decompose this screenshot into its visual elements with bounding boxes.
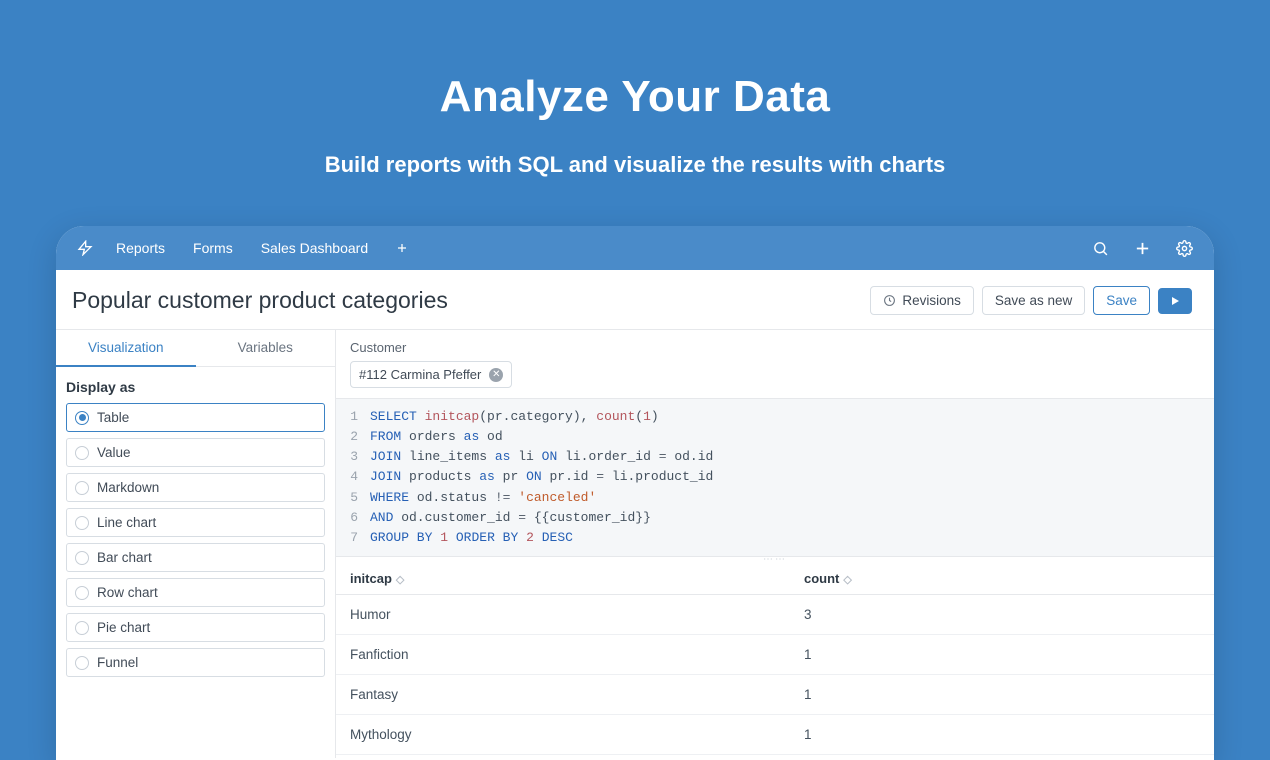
cell-count: 1 [804,647,1200,662]
display-option-label: Bar chart [97,550,152,565]
chip-remove-icon[interactable]: ✕ [489,368,503,382]
display-as-options: Table Value Markdown Line chart Bar chart Row… [66,403,325,677]
display-option-table[interactable]: Table [66,403,325,432]
clock-icon [883,294,896,307]
revisions-label: Revisions [902,293,961,308]
sort-icon: ◇ [396,574,404,586]
display-option-funnel[interactable]: Funnel [66,648,325,677]
results-body: Humor3Fanfiction1Fantasy1Mythology1 [336,595,1214,755]
nav-sales-dashboard[interactable]: Sales Dashboard [261,240,368,256]
cell-count: 3 [804,607,1200,622]
cell-initcap: Fanfiction [350,647,804,662]
param-customer-chip[interactable]: #112 Carmina Pfeffer ✕ [350,361,512,388]
display-option-value[interactable]: Value [66,438,325,467]
results-header: initcap◇ count◇ [336,563,1214,595]
nav-forms[interactable]: Forms [193,240,233,256]
save-as-new-button[interactable]: Save as new [982,286,1085,315]
top-nav: Reports Forms Sales Dashboard [116,240,408,256]
radio-icon [75,446,89,460]
new-icon[interactable] [1132,238,1152,258]
radio-icon [75,481,89,495]
param-customer-label: Customer [350,340,1200,355]
display-option-markdown[interactable]: Markdown [66,473,325,502]
cell-initcap: Fantasy [350,687,804,702]
save-button[interactable]: Save [1093,286,1150,315]
tab-variables[interactable]: Variables [196,330,336,366]
cell-initcap: Humor [350,607,804,622]
app-window: Reports Forms Sales Dashboard Popular cu… [56,226,1214,760]
display-option-row-chart[interactable]: Row chart [66,578,325,607]
display-option-label: Funnel [97,655,138,670]
play-icon [1169,295,1181,307]
gear-icon[interactable] [1174,238,1194,258]
main-panel: Customer #112 Carmina Pfeffer ✕ 1SELECT … [336,330,1214,758]
cell-count: 1 [804,727,1200,742]
display-option-label: Line chart [97,515,156,530]
column-count[interactable]: count◇ [804,571,1200,586]
radio-icon [75,516,89,530]
display-option-bar-chart[interactable]: Bar chart [66,543,325,572]
display-option-label: Value [97,445,131,460]
tab-visualization[interactable]: Visualization [56,330,196,367]
display-as-label: Display as [66,379,325,395]
display-option-label: Markdown [97,480,159,495]
display-option-line-chart[interactable]: Line chart [66,508,325,537]
radio-icon [75,586,89,600]
page-title: Popular customer product categories [66,287,448,314]
search-icon[interactable] [1090,238,1110,258]
radio-icon [75,656,89,670]
sort-icon: ◇ [843,574,851,586]
cell-initcap: Mythology [350,727,804,742]
display-option-label: Table [97,410,129,425]
run-button[interactable] [1158,288,1192,314]
table-row[interactable]: Mythology1 [336,715,1214,755]
revisions-button[interactable]: Revisions [870,286,974,315]
display-option-label: Pie chart [97,620,150,635]
column-initcap[interactable]: initcap◇ [350,571,804,586]
app-logo-icon[interactable] [76,239,94,257]
topbar: Reports Forms Sales Dashboard [56,226,1214,270]
display-option-label: Row chart [97,585,158,600]
radio-icon [75,411,89,425]
param-customer-value: #112 Carmina Pfeffer [359,367,481,382]
hero-subtitle: Build reports with SQL and visualize the… [325,152,946,178]
radio-icon [75,551,89,565]
sql-editor[interactable]: 1SELECT initcap(pr.category), count(1)2F… [336,398,1214,557]
table-row[interactable]: Fanfiction1 [336,635,1214,675]
nav-reports[interactable]: Reports [116,240,165,256]
table-row[interactable]: Humor3 [336,595,1214,635]
radio-icon [75,621,89,635]
cell-count: 1 [804,687,1200,702]
sidebar: Visualization Variables Display as Table… [56,330,336,758]
table-row[interactable]: Fantasy1 [336,675,1214,715]
page-header: Popular customer product categories Revi… [56,270,1214,330]
nav-add-button[interactable] [396,242,408,254]
hero-title: Analyze Your Data [440,72,831,122]
display-option-pie-chart[interactable]: Pie chart [66,613,325,642]
